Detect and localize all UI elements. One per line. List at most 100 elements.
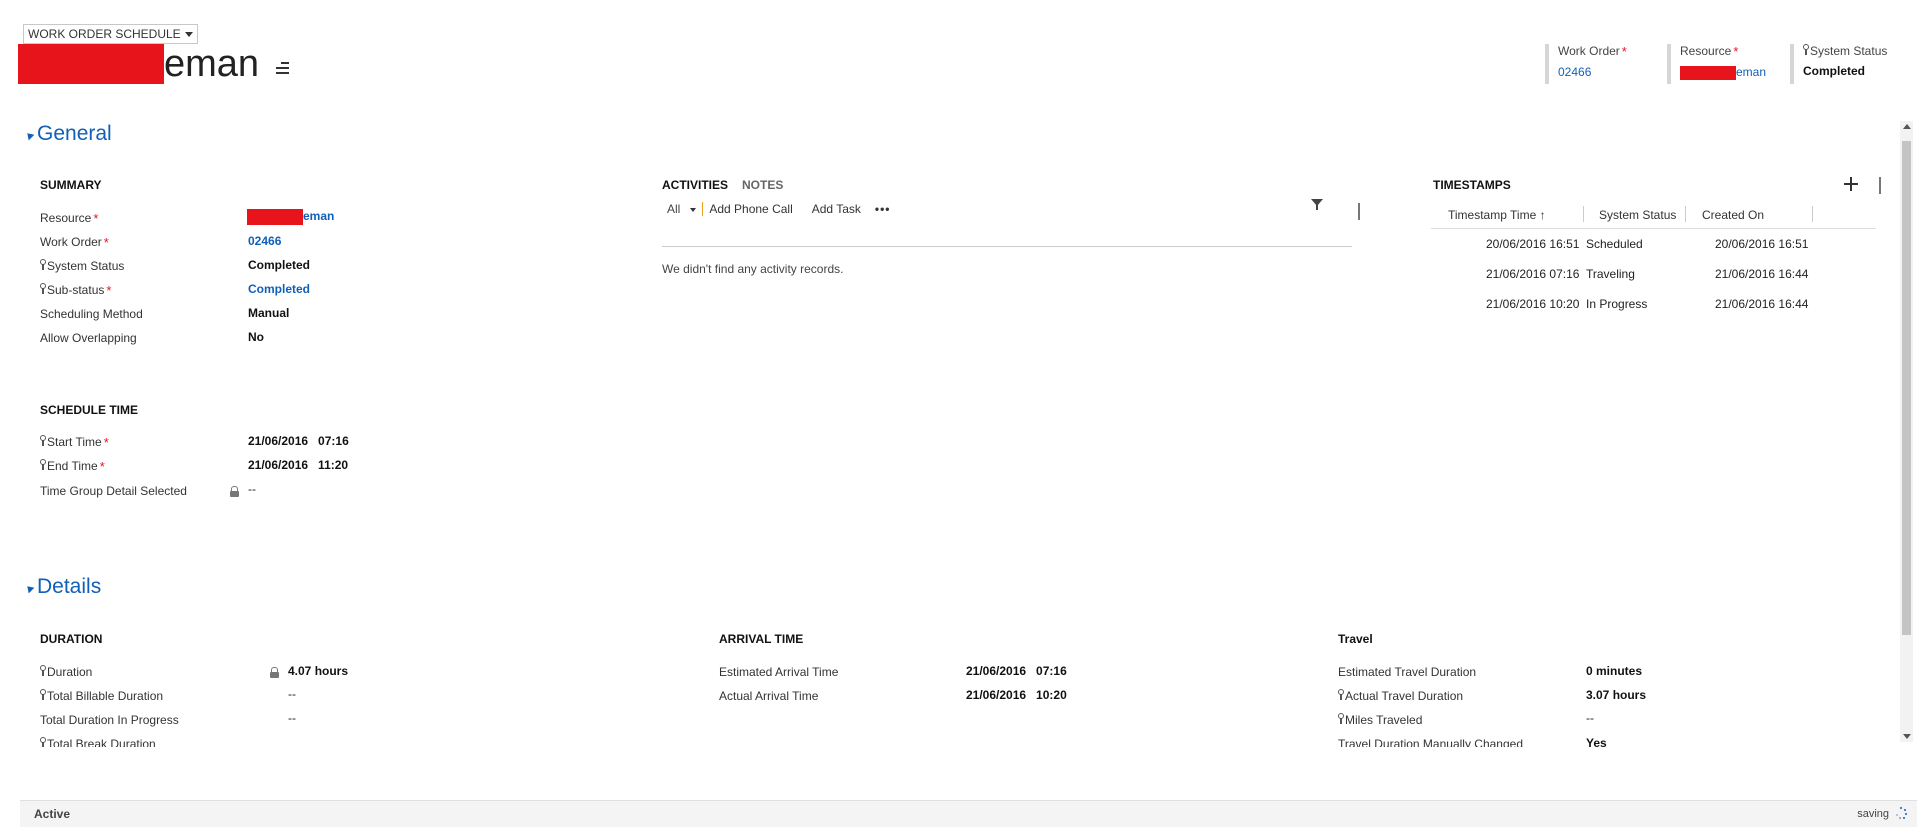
section-general[interactable]: General — [24, 122, 112, 146]
schedule-time-header: SCHEDULE TIME — [40, 403, 139, 417]
caret-down-icon — [184, 32, 193, 38]
header-system-status-value: Completed — [1803, 64, 1866, 78]
field-value-resource[interactable]: eman — [247, 209, 334, 225]
field-value-estimated-travel-duration[interactable]: 0 minutes — [1586, 664, 1642, 678]
field-label-miles-traveled: Miles Traveled — [1338, 713, 1422, 727]
view-grid-icon[interactable] — [1879, 177, 1881, 194]
view-grid-icon[interactable] — [1358, 203, 1360, 220]
scroll-up-icon[interactable] — [1903, 124, 1911, 129]
timestamps-header: TIMESTAMPS — [1433, 178, 1511, 192]
duration-header: DURATION — [40, 632, 103, 646]
required-marker: * — [1733, 44, 1739, 59]
field-value-miles-traveled[interactable]: -- — [1586, 711, 1594, 725]
travel-header: Travel — [1338, 632, 1373, 646]
filter-icon[interactable] — [1311, 199, 1323, 221]
add-task-button[interactable]: Add Task — [812, 202, 861, 216]
section-details[interactable]: Details — [24, 575, 101, 599]
timestamps-grid-header: Timestamp Time ↑ System Status Created O… — [1431, 206, 1876, 229]
field-value-total-billable-duration[interactable]: -- — [288, 687, 296, 701]
field-label-end-time: End Time * — [40, 459, 105, 474]
table-row[interactable]: 21/06/2016 07:16 — [1486, 267, 1579, 281]
activity-filter-select[interactable]: All — [667, 202, 697, 216]
status-footer: Active saving — [20, 800, 1917, 827]
field-label-travel-duration-manually-changed: Travel Duration Manually Changed — [1338, 737, 1523, 747]
scroll-thumb[interactable] — [1902, 141, 1911, 635]
caret-down-icon — [690, 207, 697, 212]
tab-notes[interactable]: NOTES — [742, 178, 783, 192]
field-label-estimated-arrival-time: Estimated Arrival Time — [719, 665, 839, 679]
header-resource-link-text[interactable]: eman — [1736, 65, 1766, 79]
section-general-title: General — [37, 122, 112, 145]
spinner-icon — [1895, 807, 1907, 819]
vertical-scrollbar[interactable] — [1900, 121, 1913, 742]
field-label-actual-travel-duration: Actual Travel Duration — [1338, 689, 1463, 703]
table-row[interactable]: 20/06/2016 16:51 — [1486, 237, 1579, 251]
header-resource-link[interactable]: eman — [1680, 65, 1766, 80]
field-label-allow-overlapping: Allow Overlapping — [40, 331, 137, 345]
redaction-block — [18, 44, 164, 84]
field-value-total-duration-in-progress[interactable]: -- — [288, 711, 296, 725]
field-value-work-order[interactable]: 02466 — [248, 234, 281, 248]
collapse-triangle-icon — [24, 130, 35, 141]
field-label-actual-arrival-time: Actual Arrival Time — [719, 689, 819, 703]
form-selector[interactable]: WORK ORDER SCHEDULE — [23, 24, 198, 44]
sort-ascending-icon: ↑ — [1539, 208, 1546, 222]
field-label-duration: Duration — [40, 665, 92, 679]
field-value-scheduling-method[interactable]: Manual — [248, 306, 289, 320]
activity-command-bar: All Add Phone Call Add Task ••• — [667, 202, 891, 216]
redaction-block — [1680, 65, 1736, 80]
key-icon — [40, 283, 46, 294]
key-icon — [40, 689, 46, 700]
more-commands-icon[interactable]: ••• — [875, 202, 891, 216]
column-created-on[interactable]: Created On — [1702, 208, 1764, 222]
lock-icon — [270, 667, 279, 678]
record-title-text: eman — [164, 42, 260, 85]
table-cell: Scheduled — [1586, 237, 1643, 251]
field-value-sub-status[interactable]: Completed — [248, 282, 310, 296]
field-value-travel-duration-manually-changed[interactable]: Yes — [1586, 736, 1607, 747]
column-timestamp-time[interactable]: Timestamp Time ↑ — [1448, 208, 1546, 222]
summary-header: SUMMARY — [40, 178, 102, 192]
field-value-system-status: Completed — [248, 258, 311, 272]
key-icon — [40, 737, 46, 747]
key-icon — [1338, 689, 1344, 700]
activities-empty-message: We didn't find any activity records. — [662, 262, 844, 276]
header-work-order-link[interactable]: 02466 — [1558, 65, 1627, 79]
key-icon — [40, 459, 46, 470]
field-label-work-order: Work Order * — [40, 235, 109, 250]
field-label-resource: Resource * — [40, 211, 99, 226]
header-system-status-label: System Status — [1810, 44, 1888, 58]
record-status: Active — [34, 807, 71, 821]
field-value-actual-arrival-time[interactable]: 21/06/2016 10:20 — [966, 688, 1067, 702]
field-label-system-status: System Status — [40, 259, 124, 273]
activity-divider — [662, 246, 1352, 247]
header-field-resource: Resource * eman — [1667, 44, 1766, 84]
key-icon — [40, 259, 46, 270]
header-resource-label: Resource — [1680, 44, 1732, 58]
header-work-order-label: Work Order — [1558, 44, 1620, 58]
column-system-status[interactable]: System Status — [1599, 208, 1676, 222]
record-title: eman — [18, 42, 290, 85]
header-field-system-status: System Status Completed — [1790, 44, 1887, 84]
field-value-start-time[interactable]: 21/06/2016 07:16 — [248, 434, 349, 448]
redaction-block — [247, 209, 303, 225]
tab-activities[interactable]: ACTIVITIES — [662, 178, 728, 192]
field-label-start-time: Start Time * — [40, 435, 109, 450]
field-label-total-duration-in-progress: Total Duration In Progress — [40, 713, 179, 727]
field-value-time-group-detail: -- — [248, 482, 256, 496]
list-menu-icon[interactable] — [271, 62, 290, 76]
field-value-end-time[interactable]: 21/06/2016 11:20 — [248, 458, 348, 472]
form-selector-label: WORK ORDER SCHEDULE — [28, 27, 181, 41]
table-row[interactable]: 21/06/2016 10:20 — [1486, 297, 1579, 311]
add-phone-call-button[interactable]: Add Phone Call — [709, 202, 792, 216]
key-icon — [1338, 713, 1344, 724]
table-cell: 21/06/2016 16:44 — [1715, 297, 1809, 311]
field-value-actual-travel-duration[interactable]: 3.07 hours — [1586, 688, 1646, 702]
section-details-title: Details — [37, 575, 102, 598]
field-label-time-group-detail: Time Group Detail Selected — [40, 484, 187, 498]
scroll-down-icon[interactable] — [1903, 734, 1911, 739]
key-icon — [40, 435, 46, 446]
field-value-allow-overlapping[interactable]: No — [248, 330, 264, 344]
field-label-total-billable-duration: Total Billable Duration — [40, 689, 163, 703]
field-value-estimated-arrival-time[interactable]: 21/06/2016 07:16 — [966, 664, 1067, 678]
